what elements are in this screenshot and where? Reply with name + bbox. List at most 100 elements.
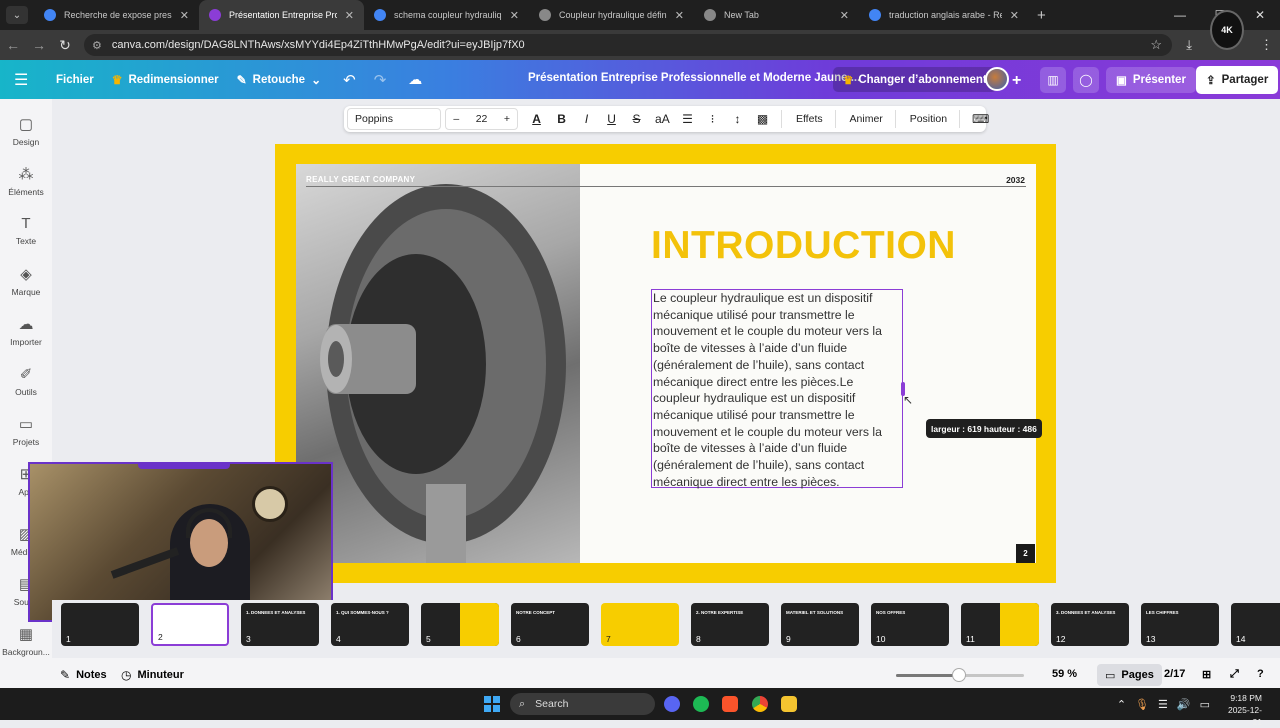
sidebar-item-tools[interactable]: ✐ Outils (0, 365, 52, 397)
animate-button[interactable]: Animer (850, 113, 883, 125)
insights-chart-icon[interactable]: ▥ (1040, 67, 1066, 93)
tab-close-icon[interactable]: ✕ (180, 9, 189, 22)
mic-icon[interactable]: 🎙 (1135, 698, 1149, 711)
browser-tab[interactable]: traduction anglais arabe - Rech ✕ (859, 0, 1029, 30)
site-info-icon[interactable]: ⚙ (92, 39, 102, 52)
invite-plus-icon[interactable]: + (1012, 72, 1021, 90)
slide-canvas[interactable]: REALLY GREAT COMPANY 2032 INTRODUCTION L… (296, 164, 1036, 563)
year-label[interactable]: 2032 (1006, 175, 1025, 185)
download-icon[interactable]: ⤓ (1186, 37, 1192, 53)
pages-button[interactable]: ▭ Pages (1097, 664, 1162, 686)
page-thumbnail[interactable]: NOS OFFRES 10 (871, 603, 949, 646)
page-thumbnail[interactable]: 11 (961, 603, 1039, 646)
page-thumbnail[interactable]: NOTRE CONCEPT 6 (511, 603, 589, 646)
spacing-icon[interactable]: ↕ (731, 112, 744, 126)
underline-icon[interactable]: U (605, 112, 618, 126)
file-menu[interactable]: Fichier (56, 74, 94, 86)
page-thumbnail[interactable]: 1 (61, 603, 139, 646)
undo-icon[interactable]: ↶ (343, 71, 356, 89)
volume-icon[interactable]: 🔊 (1177, 698, 1191, 711)
decrease-size-button[interactable]: – (453, 113, 459, 125)
bold-icon[interactable]: B (555, 112, 568, 126)
font-selector[interactable]: Poppins (347, 108, 442, 130)
timer-button[interactable]: ◷ Minuteur (121, 668, 184, 682)
tab-search-menu-button[interactable]: ⌄ (6, 6, 28, 24)
reload-icon[interactable]: ↻ (52, 37, 78, 54)
cloud-save-icon[interactable]: ☁ (408, 71, 422, 88)
notes-button[interactable]: ✎ Notes (60, 668, 107, 682)
tab-close-icon[interactable]: ✕ (1010, 9, 1019, 22)
browser-tab[interactable]: Recherche de expose presentat ✕ (34, 0, 199, 30)
page-thumbnail[interactable]: 2 (151, 603, 229, 646)
bookmark-star-icon[interactable]: ☆ (1150, 37, 1162, 53)
strikethrough-icon[interactable]: S (630, 112, 643, 126)
share-button[interactable]: ⇪ Partager (1196, 66, 1279, 94)
effects-button[interactable]: Effets (796, 113, 823, 125)
page-thumbnail[interactable]: MATERIEL ET SOLUTIONS 9 (781, 603, 859, 646)
zoom-level[interactable]: 59 % (1052, 668, 1077, 680)
page-thumbnail[interactable]: 1. DONNEES ET ANALYSES 3 (241, 603, 319, 646)
tab-close-icon[interactable]: ✕ (510, 9, 519, 22)
grid-view-icon[interactable]: ⊞ (1202, 668, 1211, 681)
paint-format-icon[interactable]: ⌨ (972, 112, 989, 126)
coupler-photo[interactable] (296, 164, 580, 563)
chrome-icon[interactable] (752, 696, 768, 712)
battery-icon[interactable]: ▭ (1200, 698, 1210, 711)
sidebar-item-background[interactable]: ▦ Backgroun... (0, 625, 52, 657)
page-thumbnail[interactable]: 14 (1231, 603, 1280, 646)
selected-text-box[interactable]: Le coupleur hydraulique est un dispositi… (651, 289, 903, 489)
resize-button[interactable]: ♛ Redimensionner (112, 73, 219, 87)
discord-icon[interactable] (664, 696, 680, 712)
sidebar-item-text[interactable]: T Texte (0, 215, 52, 246)
increase-size-button[interactable]: + (504, 113, 510, 125)
page-thumbnail[interactable]: 1. QUI SOMMES-NOUS ? 4 (331, 603, 409, 646)
browser-menu-icon[interactable]: ⋮ (1260, 37, 1273, 53)
taskbar-clock[interactable]: 9:18 PM 2025-12-21 (1222, 692, 1262, 728)
network-icon[interactable]: ☰ (1158, 698, 1168, 711)
redo-icon[interactable]: ↷ (374, 71, 387, 89)
sidebar-item-upload[interactable]: ☁ Importer (0, 315, 52, 347)
list-icon[interactable]: ⁝ (706, 112, 719, 126)
forward-icon[interactable]: → (26, 37, 52, 53)
minimize-icon[interactable]: — (1160, 8, 1200, 22)
browser-tab[interactable]: Coupleur hydraulique définitio ✕ (529, 0, 694, 30)
menu-icon[interactable]: ☰ (14, 70, 38, 90)
font-size-stepper[interactable]: – 22 + (445, 108, 519, 130)
edit-button[interactable]: ✎ Retouche ⌄ (237, 73, 322, 87)
page-thumbnail[interactable]: 7 (601, 603, 679, 646)
comment-icon[interactable]: ◯ (1073, 67, 1099, 93)
fullscreen-icon[interactable]: ⤢ (1230, 668, 1239, 681)
help-icon[interactable]: ? (1257, 668, 1264, 680)
font-size-value[interactable]: 22 (476, 113, 488, 125)
spotify-icon[interactable] (693, 696, 709, 712)
start-menu-icon[interactable] (484, 696, 500, 712)
page-thumbnail[interactable]: 5 (421, 603, 499, 646)
align-left-icon[interactable]: ☰ (681, 112, 694, 126)
taskbar-search[interactable]: ⌕ Search (510, 693, 655, 715)
avatar[interactable] (985, 67, 1009, 91)
brave-icon[interactable] (722, 696, 738, 712)
company-name[interactable]: REALLY GREAT COMPANY (306, 175, 415, 184)
sidebar-item-design[interactable]: ▢ Design (0, 115, 52, 147)
page-thumbnail[interactable]: 3. DONNEES ET ANALYSES 12 (1051, 603, 1129, 646)
tray-chevron-icon[interactable]: ⌃ (1117, 698, 1126, 711)
italic-icon[interactable]: I (580, 112, 593, 126)
upgrade-button[interactable]: ♛ Changer d’abonnement (833, 67, 997, 92)
sidebar-item-projects[interactable]: ▭ Projets (0, 415, 52, 447)
text-color-icon[interactable]: A (530, 112, 543, 126)
browser-tab[interactable]: schema coupleur hydraulique - ✕ (364, 0, 529, 30)
document-title[interactable]: Présentation Entreprise Professionnelle … (528, 72, 860, 84)
sidebar-item-brand[interactable]: ◈ Marque (0, 265, 52, 297)
tab-close-icon[interactable]: ✕ (675, 9, 684, 22)
position-button[interactable]: Position (910, 113, 947, 125)
back-icon[interactable]: ← (0, 37, 26, 53)
slide-title[interactable]: INTRODUCTION (651, 224, 956, 268)
page-thumbnail[interactable]: LES CHIFFRES 13 (1141, 603, 1219, 646)
sidebar-item-elements[interactable]: ⁂ Éléments (0, 165, 52, 197)
file-explorer-icon[interactable] (781, 696, 797, 712)
browser-tab[interactable]: New Tab ✕ (694, 0, 859, 30)
url-field[interactable]: ⚙ canva.com/design/DAG8LNThAws/xsMYYdi4E… (84, 34, 1172, 56)
page-thumbnail[interactable]: 2. NOTRE EXPERTISE 8 (691, 603, 769, 646)
letter-case-icon[interactable]: aA (655, 112, 670, 126)
new-tab-button[interactable]: + (1037, 7, 1046, 24)
